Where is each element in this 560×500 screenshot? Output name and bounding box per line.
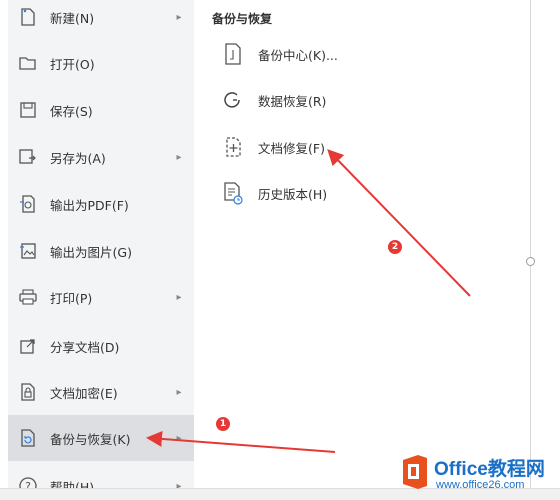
backup-restore-icon xyxy=(18,428,38,448)
menu-item-label: 另存为(A) xyxy=(50,150,106,166)
data-recovery-icon xyxy=(222,87,244,113)
menu-item-label: 输出为图片(G) xyxy=(50,244,132,260)
chevron-right-icon: ▸ xyxy=(176,291,182,303)
share-icon xyxy=(18,336,38,356)
menu-item-label: 保存(S) xyxy=(50,103,93,119)
pdf-export-icon xyxy=(18,194,38,214)
chevron-right-icon: ▸ xyxy=(176,432,182,444)
watermark-url: www.office26.com xyxy=(436,479,525,491)
scrollbar-handle[interactable] xyxy=(526,257,535,266)
menu-item-open[interactable]: 打开(O) xyxy=(8,40,194,86)
office-logo-icon xyxy=(403,455,427,489)
submenu-title: 备份与恢复 xyxy=(212,12,273,26)
submenu-item-label: 文档修复(F) xyxy=(258,140,325,156)
document-repair-icon xyxy=(222,134,244,160)
encrypt-icon xyxy=(18,382,38,402)
save-icon xyxy=(18,100,38,120)
submenu-item-data-recovery[interactable]: 数据恢复(R) xyxy=(222,85,326,115)
menu-item-encrypt[interactable]: 文档加密(E) ▸ xyxy=(8,369,194,415)
save-as-icon xyxy=(18,147,38,167)
watermark: Office教程网 www.office26.com xyxy=(400,450,560,500)
menu-item-new[interactable]: 新建(N) ▸ xyxy=(8,0,194,40)
menu-item-share[interactable]: 分享文档(D) xyxy=(8,323,194,369)
submenu-item-history-version[interactable]: 历史版本(H) xyxy=(222,178,327,208)
annotation-marker-1: 1 xyxy=(216,417,230,431)
menu-item-save[interactable]: 保存(S) xyxy=(8,87,194,133)
history-version-icon xyxy=(222,180,244,206)
menu-item-label: 打印(P) xyxy=(50,290,93,306)
folder-open-icon xyxy=(18,53,38,73)
chevron-right-icon: ▸ xyxy=(176,11,182,23)
menu-item-save-as[interactable]: 另存为(A) ▸ xyxy=(8,134,194,180)
submenu-item-label: 历史版本(H) xyxy=(258,186,328,202)
submenu-item-document-repair[interactable]: 文档修复(F) xyxy=(222,132,325,162)
backup-center-icon xyxy=(222,41,244,67)
submenu-item-label: 数据恢复(R) xyxy=(258,93,327,109)
file-menu-panel: 新建(N) ▸ 打开(O) 保存(S) 另存为(A) ▸ 输出为PDF(F) 输… xyxy=(8,0,194,500)
print-icon xyxy=(18,287,38,307)
submenu-item-label: 备份中心(K)... xyxy=(258,47,338,63)
menu-item-export-image[interactable]: 输出为图片(G) xyxy=(8,228,194,274)
menu-item-print[interactable]: 打印(P) ▸ xyxy=(8,274,194,320)
scrollbar-track xyxy=(530,0,531,500)
new-file-icon xyxy=(18,7,38,27)
watermark-title: Office教程网 xyxy=(434,459,545,480)
menu-item-export-pdf[interactable]: 输出为PDF(F) xyxy=(8,181,194,227)
menu-item-label: 备份与恢复(K) xyxy=(50,431,131,447)
menu-item-label: 新建(N) xyxy=(50,10,95,26)
annotation-marker-2: 2 xyxy=(388,240,402,254)
submenu-item-backup-center[interactable]: 备份中心(K)... xyxy=(222,39,338,69)
menu-item-label: 打开(O) xyxy=(50,56,95,72)
backup-restore-submenu: 备份与恢复 备份中心(K)... 数据恢复(R) 文档修复(F) 历史版本(H) xyxy=(194,0,530,500)
menu-item-label: 文档加密(E) xyxy=(50,385,118,401)
chevron-right-icon: ▸ xyxy=(176,386,182,398)
image-export-icon xyxy=(18,241,38,261)
menu-item-label: 分享文档(D) xyxy=(50,339,120,355)
chevron-right-icon: ▸ xyxy=(176,151,182,163)
menu-item-label: 输出为PDF(F) xyxy=(50,197,129,213)
menu-item-backup-restore[interactable]: 备份与恢复(K) ▸ xyxy=(8,415,194,461)
